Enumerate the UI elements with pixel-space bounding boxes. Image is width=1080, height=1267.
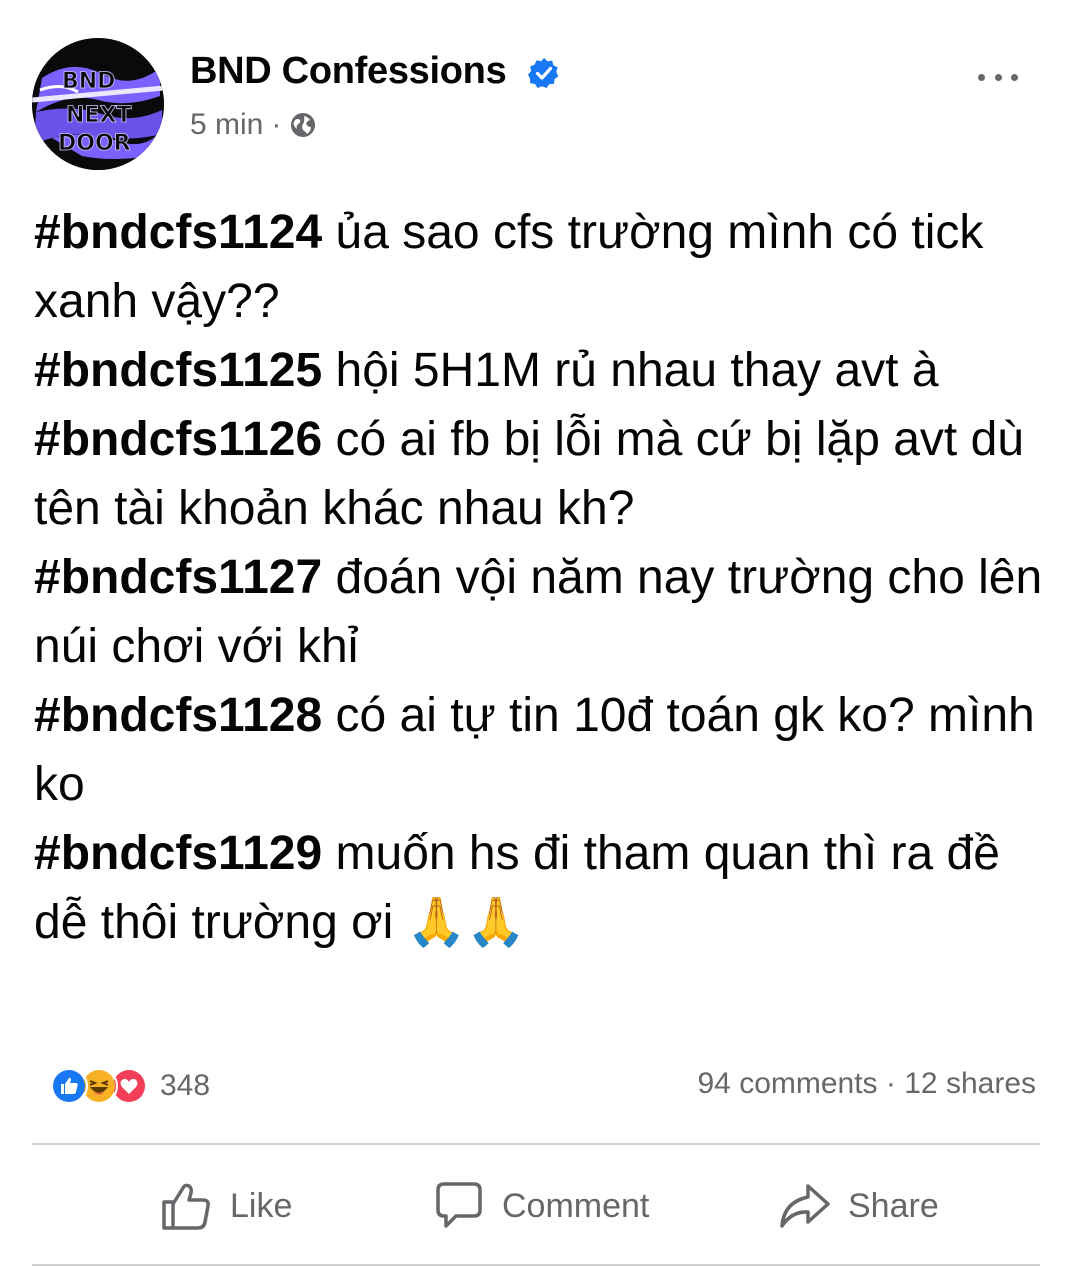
post-time[interactable]: 5 min bbox=[190, 108, 263, 142]
more-dot bbox=[1011, 73, 1018, 81]
confession-line: #bndcfs1129 muốn hs đi tham quan thì ra … bbox=[34, 819, 1044, 957]
comment-button[interactable]: Comment bbox=[430, 1178, 649, 1234]
post-stats: 348 94 comments · 12 shares bbox=[32, 1063, 1040, 1113]
hashtag-link[interactable]: #bndcfs1127 bbox=[34, 551, 322, 604]
svg-text:DOOR: DOOR bbox=[58, 131, 131, 156]
like-label: Like bbox=[230, 1186, 293, 1225]
post-meta: 5 min · bbox=[190, 108, 317, 142]
page-name[interactable]: BND Confessions bbox=[190, 50, 560, 93]
svg-text:NEXT: NEXT bbox=[66, 103, 131, 128]
comments-shares-summary: 94 comments · 12 shares bbox=[697, 1067, 1036, 1101]
post-header: BND NEXT DOOR BND Confessions 5 min · bbox=[0, 0, 1080, 180]
reaction-count[interactable]: 348 bbox=[160, 1069, 210, 1103]
hashtag-link[interactable]: #bndcfs1125 bbox=[34, 344, 322, 397]
confession-line: #bndcfs1127 đoán vội năm nay trường cho … bbox=[34, 543, 1044, 681]
hashtag-link[interactable]: #bndcfs1128 bbox=[34, 689, 322, 742]
share-arrow-icon bbox=[780, 1184, 830, 1228]
hashtag-link[interactable]: #bndcfs1129 bbox=[34, 827, 322, 880]
page-avatar[interactable]: BND NEXT DOOR bbox=[32, 38, 164, 170]
divider bbox=[32, 1264, 1040, 1266]
like-button[interactable]: Like bbox=[158, 1178, 292, 1234]
confession-line: #bndcfs1126 có ai fb bị lỗi mà cứ bị lặp… bbox=[34, 405, 1044, 543]
comment-count[interactable]: 94 comments bbox=[697, 1067, 877, 1100]
stats-separator: · bbox=[885, 1067, 896, 1100]
confession-text: hội 5H1M rủ nhau thay avt à bbox=[322, 344, 939, 397]
comment-label: Comment bbox=[502, 1186, 650, 1225]
confession-line: #bndcfs1125 hội 5H1M rủ nhau thay avt à bbox=[34, 336, 1044, 405]
reactions-summary[interactable]: 348 bbox=[50, 1067, 210, 1105]
share-count[interactable]: 12 shares bbox=[904, 1067, 1036, 1100]
action-bar: Like Comment Share bbox=[32, 1146, 1040, 1264]
avatar-logo-icon: BND NEXT DOOR bbox=[32, 38, 164, 170]
more-dot bbox=[978, 73, 985, 81]
hashtag-link[interactable]: #bndcfs1124 bbox=[34, 206, 322, 259]
more-options-icon[interactable] bbox=[978, 62, 1018, 92]
thumbs-up-icon bbox=[162, 1183, 210, 1230]
svg-text:BND: BND bbox=[62, 69, 115, 94]
post-text: #bndcfs1124 ủa sao cfs trường mình có ti… bbox=[34, 198, 1044, 957]
confession-line: #bndcfs1128 có ai tự tin 10đ toán gk ko?… bbox=[34, 681, 1044, 819]
share-button[interactable]: Share bbox=[776, 1178, 939, 1234]
comment-bubble-icon bbox=[436, 1182, 482, 1228]
confession-line: #bndcfs1124 ủa sao cfs trường mình có ti… bbox=[34, 198, 1044, 336]
verified-badge-icon bbox=[528, 56, 560, 88]
hashtag-link[interactable]: #bndcfs1126 bbox=[34, 413, 322, 466]
meta-separator: · bbox=[271, 108, 282, 141]
like-reaction-icon bbox=[50, 1067, 88, 1105]
globe-icon[interactable] bbox=[289, 111, 317, 139]
divider bbox=[32, 1143, 1040, 1145]
page-name-text[interactable]: BND Confessions bbox=[190, 50, 507, 93]
more-dot bbox=[994, 73, 1002, 81]
share-label: Share bbox=[848, 1186, 939, 1225]
